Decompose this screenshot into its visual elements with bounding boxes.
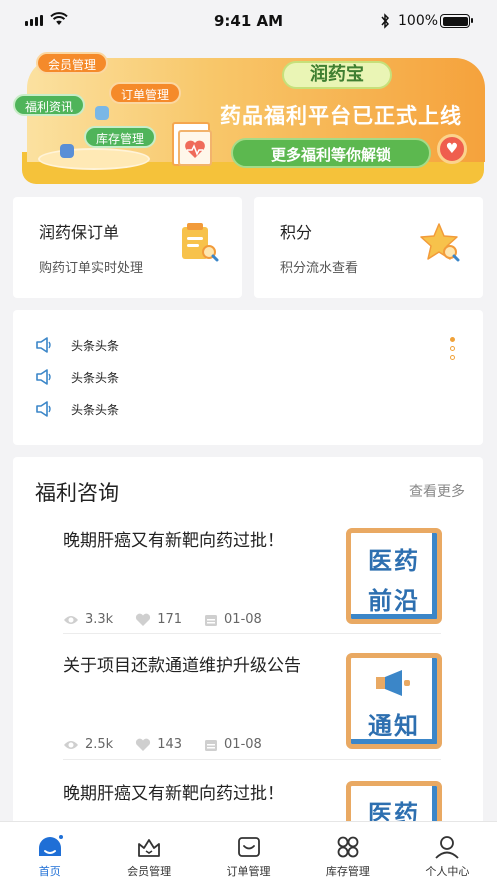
status-bar: 9:41 AM 100% [0, 0, 497, 44]
tab-label: 订单管理 [226, 865, 271, 878]
tab-label: 会员管理 [127, 865, 172, 878]
thumbnail-text: 医药 [368, 547, 420, 575]
home-icon [38, 835, 63, 856]
news-thumbnail: 医药 前沿 [346, 528, 442, 624]
banner-headline: 药品福利平台已正式上线 [220, 104, 462, 128]
tab-label: 首页 [38, 865, 61, 878]
battery-percent: 100% [398, 13, 439, 29]
battery-icon [440, 14, 473, 28]
bottom-tab-bar: 首页 会员管理 订单管理 库存管理 个人中心 [0, 821, 497, 883]
headline-ticker[interactable]: 头条头条 头条头条 头条头条 [13, 310, 483, 445]
card-subtitle: 积分流水查看 [280, 261, 359, 276]
bubble-welfare-news: 福利资讯 [13, 94, 86, 116]
tab-label: 个人中心 [425, 865, 470, 878]
card-points[interactable]: 积分 积分流水查看 [254, 197, 483, 298]
bubble-order-management: 订单管理 [109, 82, 182, 104]
shield-icon [60, 144, 74, 158]
divider [63, 759, 441, 760]
date: 01-08 [204, 737, 262, 752]
unlock-more-benefits-button[interactable]: 更多福利等你解锁 [231, 138, 431, 168]
divider [63, 633, 441, 634]
page-dot [450, 355, 455, 360]
headline-text: 头条头条 [71, 402, 120, 417]
like-count: 171 [157, 612, 183, 627]
heart-icon: ♥ [437, 134, 467, 164]
section-title: 福利咨询 [35, 481, 119, 505]
headline-text: 头条头条 [71, 370, 120, 385]
like-count: 143 [157, 737, 183, 752]
card-title: 润药保订单 [39, 223, 120, 242]
tab-order-management[interactable]: 订单管理 [199, 822, 298, 883]
views: 2.5k [63, 737, 113, 752]
thumbnail-text: 前沿 [368, 587, 420, 615]
tab-home[interactable]: 首页 [0, 822, 99, 883]
view-count: 2.5k [85, 737, 114, 752]
view-more-link[interactable]: 查看更多 [409, 481, 465, 501]
eye-icon [64, 740, 78, 749]
inventory-grid-icon [337, 836, 359, 858]
card-subtitle: 购药订单实时处理 [39, 261, 144, 276]
megaphone-icon [36, 337, 51, 353]
date: 01-08 [204, 612, 262, 627]
publish-date: 01-08 [224, 737, 262, 752]
views: 3.3k [63, 612, 113, 627]
page-dot [450, 346, 455, 351]
headline-item[interactable]: 头条头条 [35, 367, 119, 387]
banner-podium [38, 148, 150, 170]
heart-icon [136, 738, 151, 751]
page-indicator [450, 337, 455, 360]
news-thumbnail: 通知 [346, 653, 442, 749]
news-title: 晚期肝癌又有新靶向药过批！ [63, 531, 284, 551]
news-meta: 3.3k 171 01-08 [63, 612, 284, 627]
crown-card-icon [138, 839, 161, 857]
tab-label: 库存管理 [325, 865, 370, 878]
order-box-icon [237, 837, 260, 857]
star-points-icon [420, 223, 460, 262]
tab-profile[interactable]: 个人中心 [398, 822, 497, 883]
news-meta: 2.5k 143 01-08 [63, 737, 284, 752]
calendar-icon [205, 614, 218, 626]
health-report-icon [178, 130, 212, 166]
publish-date: 01-08 [224, 612, 262, 627]
welfare-news-section: 福利咨询 查看更多 晚期肝癌又有新靶向药过批！ 3.3k 171 01-08 医… [13, 457, 483, 837]
bubble-member-management: 会员管理 [36, 52, 109, 74]
megaphone-icon [36, 369, 51, 385]
tab-inventory-management[interactable]: 库存管理 [298, 822, 397, 883]
promo-banner[interactable]: 会员管理 订单管理 福利资讯 库存管理 润药宝 药品福利平台已正式上线 更多福利… [0, 44, 497, 189]
headline-text: 头条头条 [71, 338, 120, 353]
heart-icon [136, 613, 151, 626]
news-title: 晚期肝癌又有新靶向药过批！ [63, 784, 284, 804]
news-item[interactable]: 关于项目还款通道维护升级公告 2.5k 143 01-08 通知 [63, 653, 442, 771]
cart-icon [95, 106, 109, 120]
thumbnail-text: 通知 [368, 712, 420, 740]
eye-icon [64, 615, 78, 624]
banner-brand: 润药宝 [282, 61, 392, 89]
order-clipboard-icon [182, 223, 219, 262]
megaphone-icon [376, 670, 410, 696]
bluetooth-icon [381, 13, 390, 29]
card-title: 积分 [280, 223, 313, 242]
bubble-inventory-management: 库存管理 [84, 126, 157, 148]
likes: 143 [135, 737, 182, 752]
calendar-icon [205, 739, 218, 751]
view-count: 3.3k [85, 612, 114, 627]
headline-item[interactable]: 头条头条 [35, 399, 119, 419]
card-runyaobao-orders[interactable]: 润药保订单 购药订单实时处理 [13, 197, 242, 298]
tab-member-management[interactable]: 会员管理 [99, 822, 198, 883]
user-icon [435, 836, 459, 859]
page-dot-active [450, 337, 455, 342]
headline-item[interactable]: 头条头条 [35, 335, 119, 355]
news-title: 关于项目还款通道维护升级公告 [63, 656, 301, 676]
megaphone-icon [36, 401, 51, 417]
likes: 171 [135, 612, 182, 627]
news-item[interactable]: 晚期肝癌又有新靶向药过批！ 3.3k 171 01-08 医药 前沿 [63, 528, 442, 646]
